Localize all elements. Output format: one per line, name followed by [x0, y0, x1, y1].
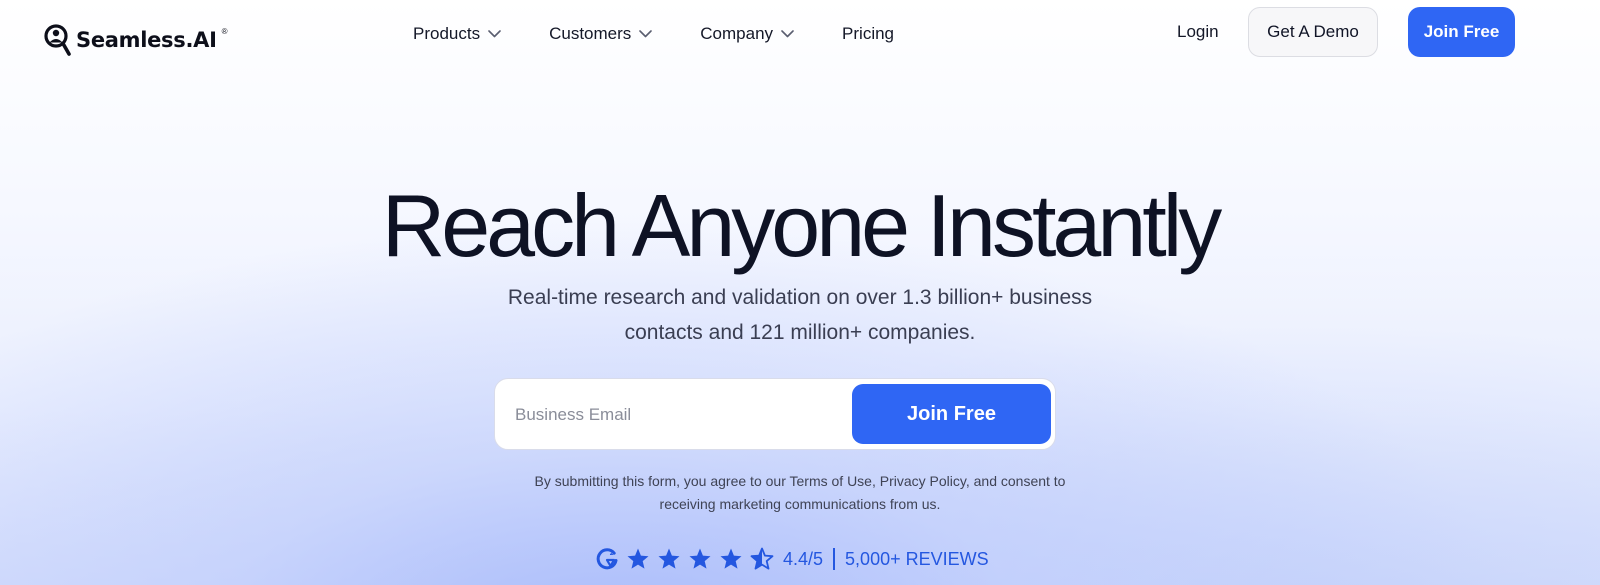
rating-bar: 2 4.4/5 5,000+ REVIEWS [595, 546, 989, 572]
join-free-form-button[interactable]: Join Free [852, 384, 1051, 444]
disclaimer-comma: , [871, 473, 880, 489]
svg-text:2: 2 [610, 550, 614, 557]
hero-subtitle-line-2: contacts and 121 million+ companies. [624, 321, 976, 344]
g2-icon: 2 [596, 548, 618, 570]
rating-score: 4.4/5 [783, 548, 824, 569]
login-link[interactable]: Login [1177, 22, 1219, 42]
nav-item-label: Customers [549, 24, 632, 43]
nav-item-label: Products [413, 24, 481, 43]
nav-item-label: Pricing [842, 24, 895, 43]
disclaimer-suffix: , and consent to [965, 473, 1066, 489]
registered-mark: ® [221, 26, 228, 36]
star-full-icon [658, 548, 680, 569]
chevron-down-icon [488, 30, 501, 38]
hero-subtitle: Real-time research and validation on ove… [460, 280, 1140, 350]
nav-item-customers[interactable]: Customers [549, 24, 653, 44]
join-free-nav-button[interactable]: Join Free [1408, 7, 1515, 57]
nav-item-products[interactable]: Products [413, 24, 501, 44]
reviews-link[interactable]: 5,000+ REVIEWS [845, 549, 989, 570]
terms-of-use-link[interactable]: Terms of Use [790, 473, 872, 489]
hero-subtitle-line-1: Real-time research and validation on ove… [507, 286, 1093, 309]
chevron-down-icon [639, 30, 653, 38]
disclaimer-line-2: receiving marketing communications from … [659, 496, 941, 512]
star-full-icon [720, 548, 742, 569]
signup-form: Join Free [494, 378, 1056, 450]
magnifier-person-icon [44, 24, 71, 56]
business-email-input[interactable] [513, 395, 837, 435]
brand-name: Seamless.AI [76, 28, 217, 52]
privacy-policy-link[interactable]: Privacy Policy [880, 473, 966, 489]
nav-menu: Products Customers Company Pricing [413, 24, 894, 44]
chevron-down-icon [781, 30, 794, 38]
brand-logo[interactable]: Seamless.AI ® [44, 22, 228, 58]
top-navigation: Seamless.AI ® Products Customers Company … [0, 0, 1600, 72]
nav-item-label: Company [700, 24, 774, 43]
hero-title: Reach Anyone Instantly [381, 176, 1223, 275]
star-full-icon [627, 548, 649, 569]
get-demo-button[interactable]: Get A Demo [1248, 7, 1378, 57]
nav-item-pricing[interactable]: Pricing [842, 24, 894, 44]
star-full-icon [689, 548, 711, 569]
nav-item-company[interactable]: Company [700, 24, 794, 44]
star-half-icon [750, 547, 774, 570]
rating-divider [833, 548, 836, 570]
form-disclaimer: By submitting this form, you agree to ou… [480, 470, 1120, 516]
disclaimer-prefix: By submitting this form, you agree to ou… [534, 473, 790, 489]
